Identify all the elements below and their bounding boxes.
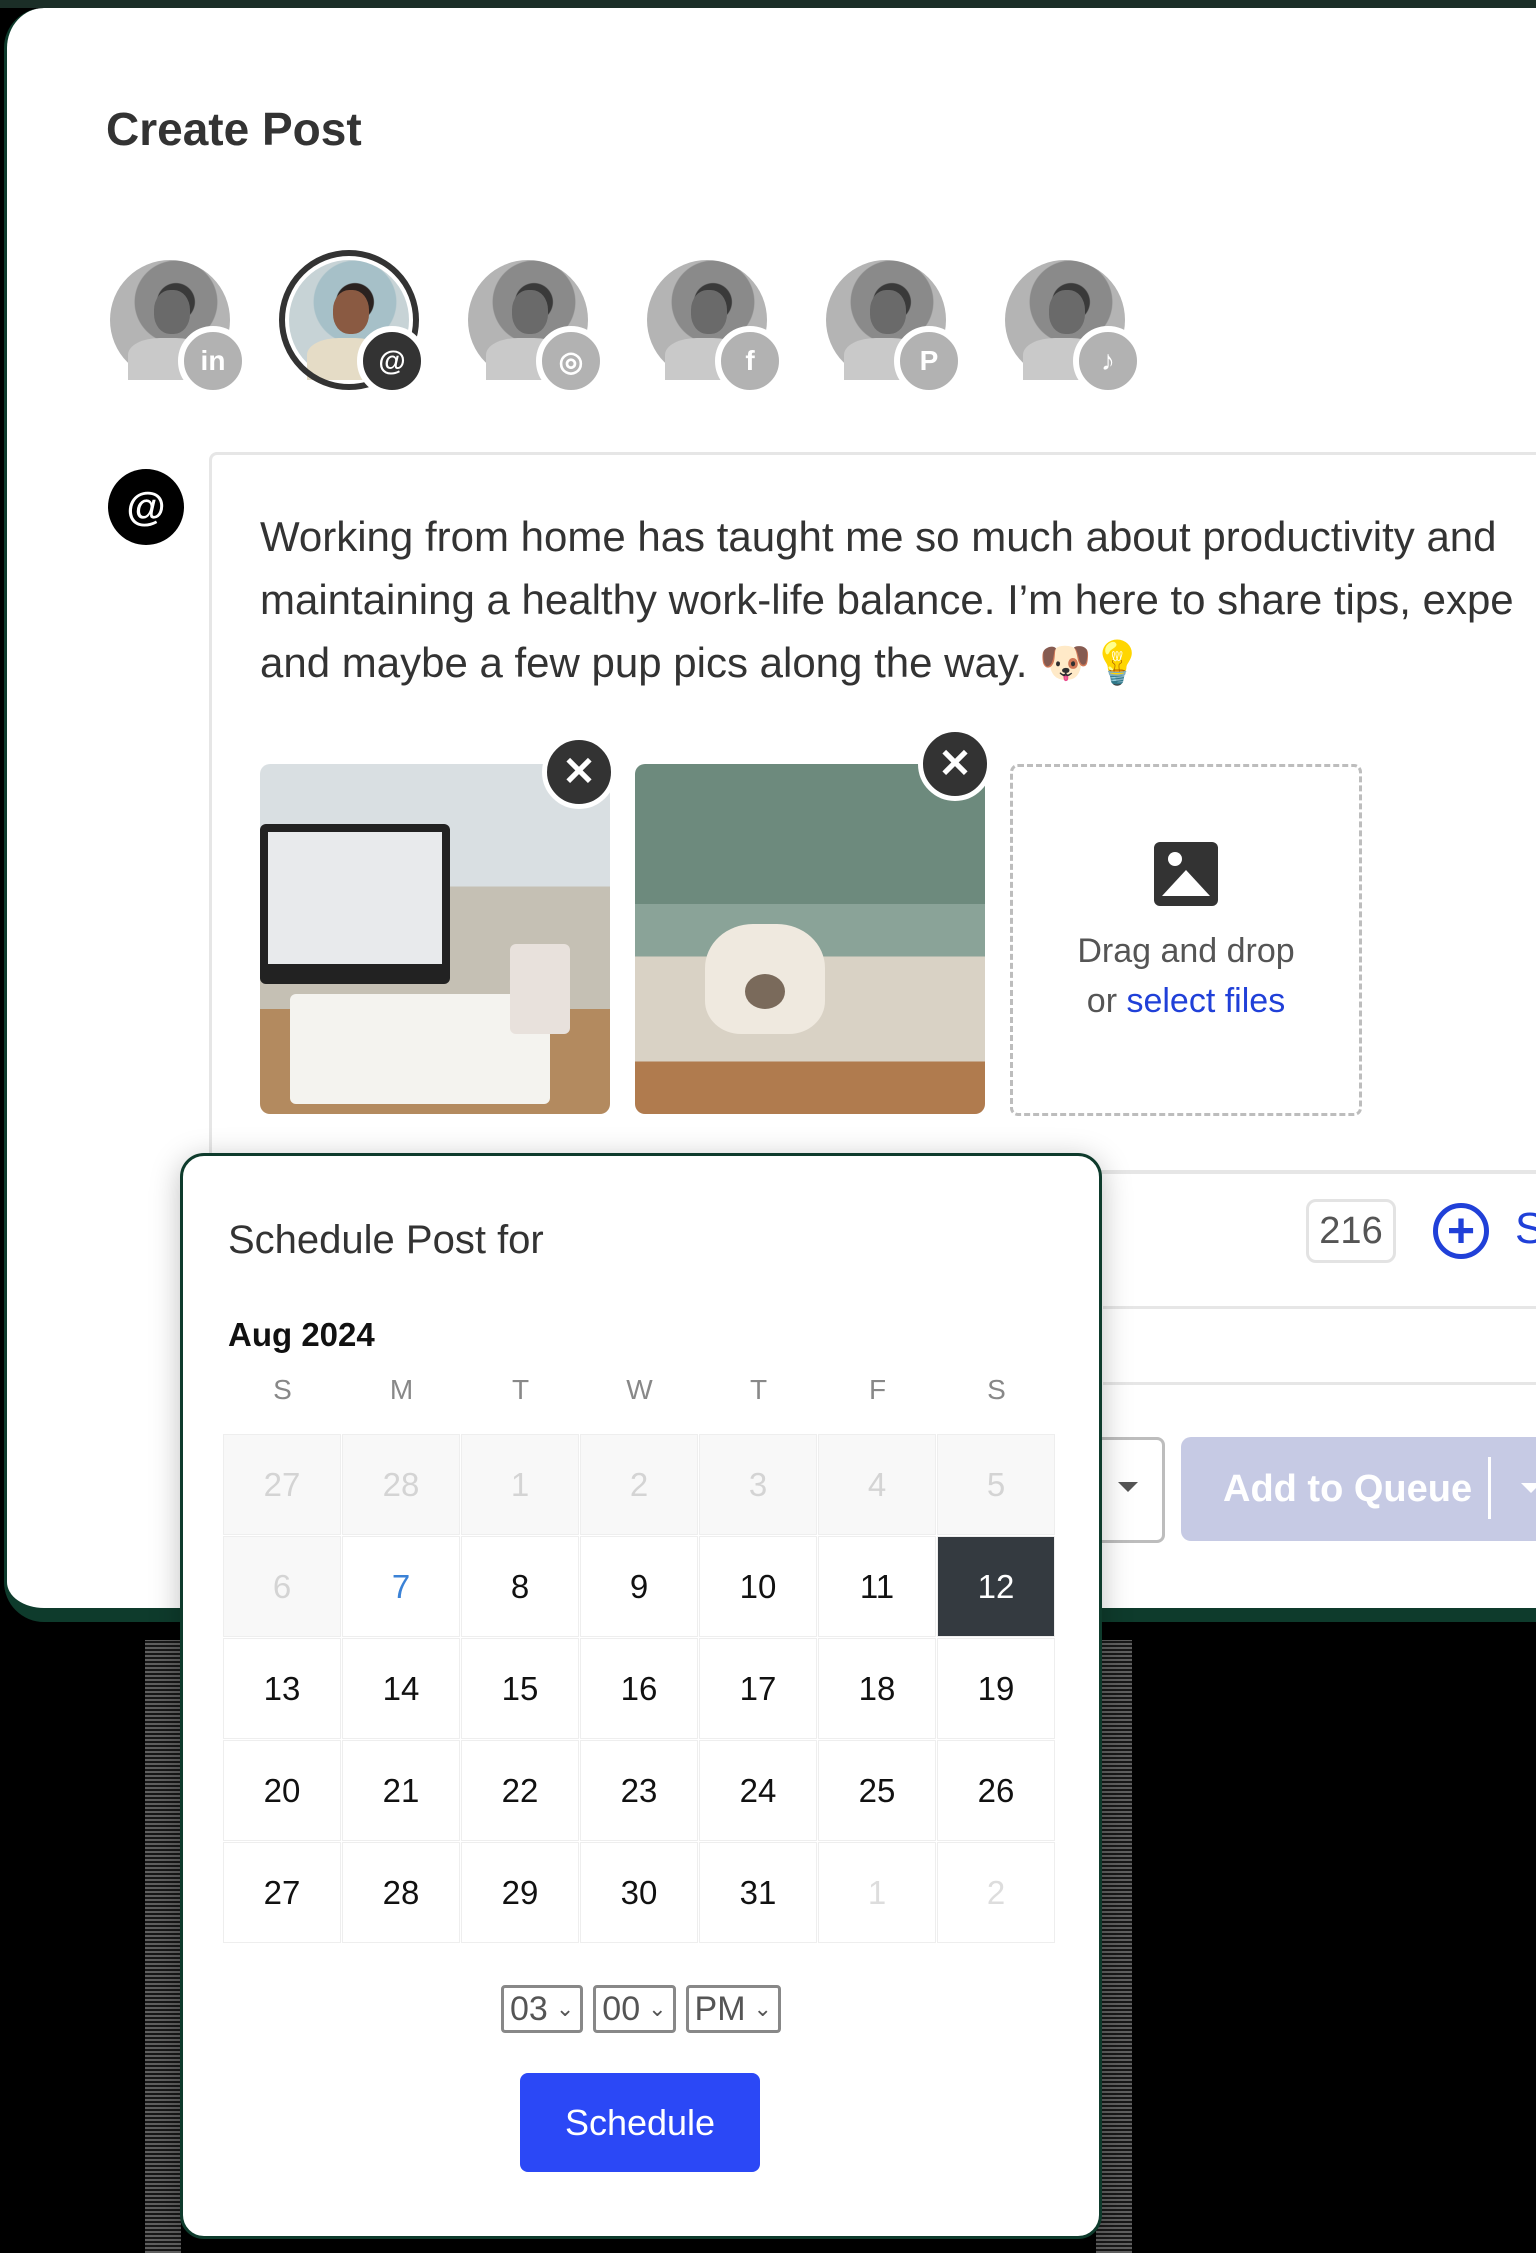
calendar-month-label: Aug 2024 [228, 1316, 375, 1353]
weekday-label: T [511, 1374, 530, 1405]
calendar-day[interactable]: 29 [461, 1842, 579, 1943]
tiktok-icon: ♪ [1073, 326, 1143, 396]
calendar-day[interactable]: 12 [937, 1536, 1055, 1637]
dropzone-sublabel: or select files [1086, 982, 1286, 1020]
weekday-label: F [868, 1374, 887, 1405]
calendar-day: 1 [461, 1434, 579, 1535]
schedule-title: Schedule Post for [228, 1218, 544, 1262]
calendar-day[interactable]: 13 [223, 1638, 341, 1739]
dropzone-label: Drag and drop [1077, 932, 1295, 970]
threads-icon: @ [357, 326, 427, 396]
file-dropzone[interactable]: Drag and drop or select files [1010, 764, 1362, 1116]
calendar-day[interactable]: 8 [461, 1536, 579, 1637]
caret-down-icon [1118, 1482, 1138, 1492]
calendar-day[interactable]: 11 [818, 1536, 936, 1637]
facebook-icon: f [715, 326, 785, 396]
plus-icon: + [1446, 1204, 1476, 1258]
attachment-thumbnail[interactable] [635, 764, 985, 1114]
add-button[interactable]: + [1433, 1203, 1489, 1259]
calendar-day[interactable]: 30 [580, 1842, 698, 1943]
calendar-day[interactable]: 26 [937, 1740, 1055, 1841]
calendar-day: 3 [699, 1434, 817, 1535]
chevron-down-icon: ⌄ [753, 1996, 772, 2021]
caret-down-icon[interactable] [1521, 1483, 1536, 1493]
weekday-label: S [273, 1374, 292, 1405]
calendar-day: 28 [342, 1434, 460, 1535]
add-button-label[interactable]: S [1515, 1204, 1536, 1254]
select-files-link[interactable]: select files [1126, 982, 1285, 1020]
calendar-day[interactable]: 18 [818, 1638, 936, 1739]
calendar-day[interactable]: 9 [580, 1536, 698, 1637]
popover-shadow-left [145, 1640, 181, 2253]
attachment-thumbnail[interactable] [260, 764, 610, 1114]
calendar-day[interactable]: 31 [699, 1842, 817, 1943]
calendar-day: 2 [580, 1434, 698, 1535]
calendar-day: 1 [818, 1842, 936, 1943]
post-text-input[interactable]: Working from home has taught me so much … [260, 505, 1536, 694]
hour-select[interactable]: 03 ⌄ [501, 1985, 584, 2033]
calendar-day[interactable]: 16 [580, 1638, 698, 1739]
calendar-day[interactable]: 21 [342, 1740, 460, 1841]
chevron-down-icon: ⌄ [555, 1996, 575, 2021]
calendar-day[interactable]: 14 [342, 1638, 460, 1739]
calendar-day: 5 [937, 1434, 1055, 1535]
dog-image [705, 924, 825, 1034]
mug-image [510, 944, 570, 1034]
post-editor[interactable]: Working from home has taught me so much … [209, 452, 1536, 1174]
remove-attachment-button[interactable]: ✕ [542, 735, 616, 809]
close-icon: ✕ [562, 750, 596, 794]
calendar-day[interactable]: 27 [223, 1842, 341, 1943]
character-counter: 216 [1306, 1199, 1396, 1263]
calendar-day[interactable]: 17 [699, 1638, 817, 1739]
close-icon: ✕ [938, 742, 972, 786]
laptop-image [260, 824, 450, 984]
meridiem-select[interactable]: PM ⌄ [685, 1985, 781, 2033]
schedule-popover: Schedule Post for Aug 2024 SMTWTFS 27 28 1… [180, 1153, 1102, 2239]
calendar-day: 2 [937, 1842, 1055, 1943]
calendar-day[interactable]: 19 [937, 1638, 1055, 1739]
page-title: Create Post [106, 103, 362, 155]
button-separator [1488, 1457, 1491, 1519]
calendar-day[interactable]: 10 [699, 1536, 817, 1637]
image-icon [1154, 842, 1218, 906]
add-to-queue-button[interactable]: Add to Queue [1181, 1437, 1536, 1541]
calendar-day[interactable]: 28 [342, 1842, 460, 1943]
calendar-day[interactable]: 7 [342, 1536, 460, 1637]
time-picker: 03 ⌄ 00 ⌄ PM ⌄ [183, 1985, 1099, 2033]
calendar-day[interactable]: 24 [699, 1740, 817, 1841]
calendar-day[interactable]: 25 [818, 1740, 936, 1841]
pinterest-icon: P [894, 326, 964, 396]
calendar-day: 27 [223, 1434, 341, 1535]
calendar-day: 4 [818, 1434, 936, 1535]
weekday-label: T [749, 1374, 768, 1405]
instagram-icon: ◎ [536, 326, 606, 396]
calendar-day[interactable]: 23 [580, 1740, 698, 1841]
schedule-button[interactable]: Schedule [520, 2073, 760, 2172]
threads-network-icon: @ [108, 469, 184, 545]
chevron-down-icon: ⌄ [648, 1996, 667, 2021]
weekday-label: M [389, 1374, 414, 1405]
calendar-day[interactable]: 20 [223, 1740, 341, 1841]
weekday-label: S [987, 1374, 1006, 1405]
section-divider [1103, 1306, 1536, 1309]
weekday-label: W [626, 1374, 653, 1405]
calendar-day[interactable]: 15 [461, 1638, 579, 1739]
calendar-day[interactable]: 22 [461, 1740, 579, 1841]
section-divider [1103, 1382, 1536, 1385]
window-frame-top [0, 0, 1536, 8]
minute-select[interactable]: 00 ⌄ [593, 1985, 676, 2033]
add-to-queue-label: Add to Queue [1223, 1467, 1473, 1510]
remove-attachment-button[interactable]: ✕ [918, 727, 992, 801]
linkedin-icon: in [178, 326, 248, 396]
calendar-day: 6 [223, 1536, 341, 1637]
